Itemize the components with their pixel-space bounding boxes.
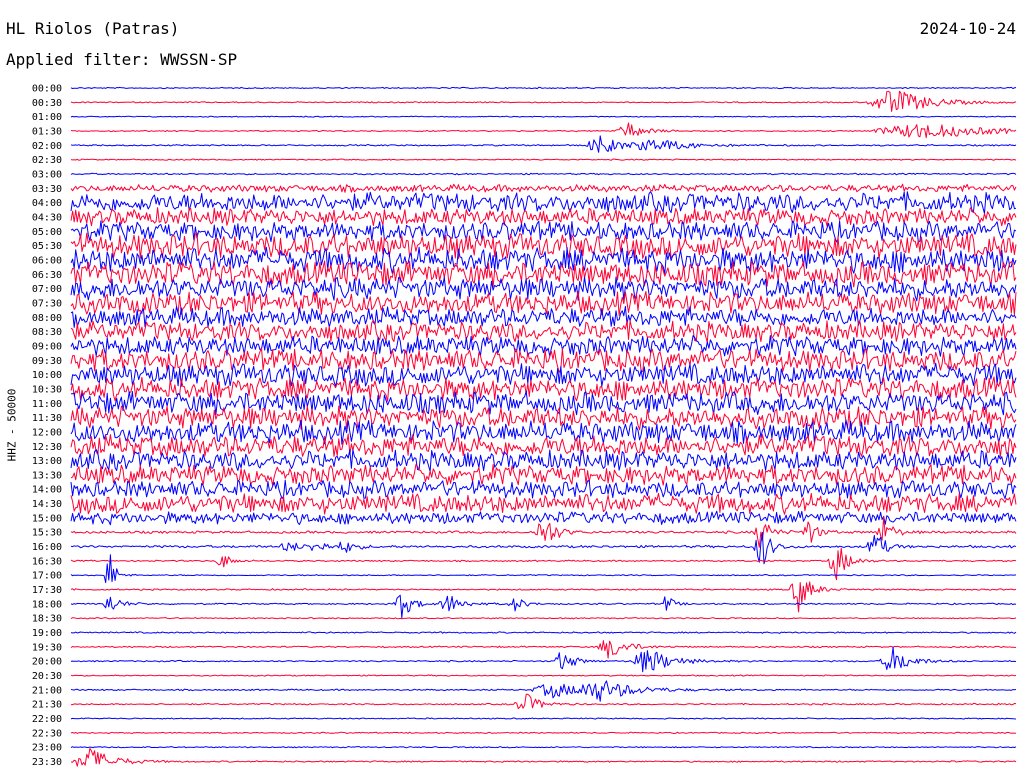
row-time-label: 08:30: [32, 327, 62, 338]
trace-line: [70, 554, 1017, 584]
helicorder-plot: 00:00 00:30 01:00 01:30 02:00 02:30 03:00 03:30…: [32, 84, 1017, 769]
row-time-label: 12:00: [32, 427, 62, 438]
row-time-label: 18:00: [32, 599, 62, 610]
trace-line: [70, 746, 1017, 749]
row-time-label: 12:30: [32, 442, 62, 453]
row-time-label: 14:30: [32, 499, 62, 510]
row-time-label: 01:00: [32, 112, 62, 123]
row-time-label: 15:30: [32, 528, 62, 539]
row-time-label: 14:00: [32, 485, 62, 496]
trace-line: [70, 220, 1017, 243]
trace-line: [70, 680, 1017, 702]
row-time-label: 05:00: [32, 227, 62, 238]
trace-line: [70, 731, 1017, 734]
trace-line: [70, 90, 1017, 112]
row-time-label: 23:00: [32, 743, 62, 754]
row-time-label: 05:30: [32, 241, 62, 252]
trace-line: [70, 291, 1017, 316]
row-time-label: 15:00: [32, 513, 62, 524]
row-time-label: 03:00: [32, 169, 62, 180]
row-time-label: 16:30: [32, 556, 62, 567]
row-time-label: 08:00: [32, 313, 62, 324]
trace-line: [70, 617, 1017, 620]
trace-line: [70, 135, 1017, 153]
row-time-label: 19:00: [32, 628, 62, 639]
trace-line: [71, 693, 1017, 710]
trace-line: [70, 581, 1017, 613]
row-time-label: 06:00: [32, 255, 62, 266]
row-time-label: 01:30: [32, 126, 62, 137]
trace-line: [70, 717, 1017, 720]
row-time-label: 09:30: [32, 356, 62, 367]
row-time-label: 23:30: [32, 757, 62, 768]
row-time-label: 04:30: [32, 212, 62, 223]
trace-line: [70, 510, 1017, 526]
row-time-label: 20:30: [32, 671, 62, 682]
row-time-label: 22:00: [32, 714, 62, 725]
trace-line: [70, 516, 1017, 548]
trace-line: [70, 449, 1017, 472]
row-time-label: 17:30: [32, 585, 62, 596]
trace-line: [70, 122, 1017, 139]
row-time-label: 17:00: [32, 571, 62, 582]
trace-line: [70, 260, 1017, 288]
row-time-label: 13:30: [32, 470, 62, 481]
seismic-traces: [70, 86, 1017, 767]
row-time-label: 09:00: [32, 341, 62, 352]
row-time-label: 02:00: [32, 141, 62, 152]
row-time-label: 16:00: [32, 542, 62, 553]
row-time-label: 10:00: [32, 370, 62, 381]
trace-line: [70, 405, 1017, 431]
trace-line: [70, 433, 1017, 458]
row-time-label: 06:30: [32, 270, 62, 281]
trace-line: [70, 640, 1016, 659]
row-time-label: 02:30: [32, 155, 62, 166]
row-time-label: 21:30: [32, 700, 62, 711]
row-time-label: 13:00: [32, 456, 62, 467]
trace-line: [70, 86, 1017, 90]
trace-line: [70, 376, 1017, 402]
trace-line: [70, 646, 1017, 673]
row-time-label: 04:00: [32, 198, 62, 209]
trace-line: [70, 191, 1017, 215]
time-labels: 00:00 00:30 01:00 01:30 02:00 02:30 03:00 03:30…: [32, 84, 62, 769]
row-time-label: 00:00: [32, 84, 62, 95]
row-time-label: 18:30: [32, 614, 62, 625]
trace-line: [70, 305, 1017, 328]
row-time-label: 11:30: [32, 413, 62, 424]
trace-line: [70, 115, 1017, 118]
row-time-label: 03:30: [32, 184, 62, 195]
row-time-label: 07:30: [32, 298, 62, 309]
trace-line: [70, 492, 1017, 515]
trace-line: [70, 390, 1017, 416]
row-time-label: 19:30: [32, 642, 62, 653]
trace-line: [70, 335, 1017, 357]
trace-line: [70, 183, 1017, 193]
trace-line: [70, 594, 1017, 619]
trace-line: [70, 674, 1017, 677]
trace-line: [70, 532, 1017, 565]
trace-line: [70, 748, 1017, 767]
row-time-label: 20:00: [32, 657, 62, 668]
trace-line: [70, 158, 1017, 161]
trace-line: [70, 172, 1017, 176]
row-time-label: 22:30: [32, 728, 62, 739]
row-time-label: 21:00: [32, 685, 62, 696]
row-time-label: 00:30: [32, 98, 62, 109]
trace-line: [70, 631, 1017, 634]
row-time-label: 07:00: [32, 284, 62, 295]
row-time-label: 10:30: [32, 384, 62, 395]
row-time-label: 11:00: [32, 399, 62, 410]
